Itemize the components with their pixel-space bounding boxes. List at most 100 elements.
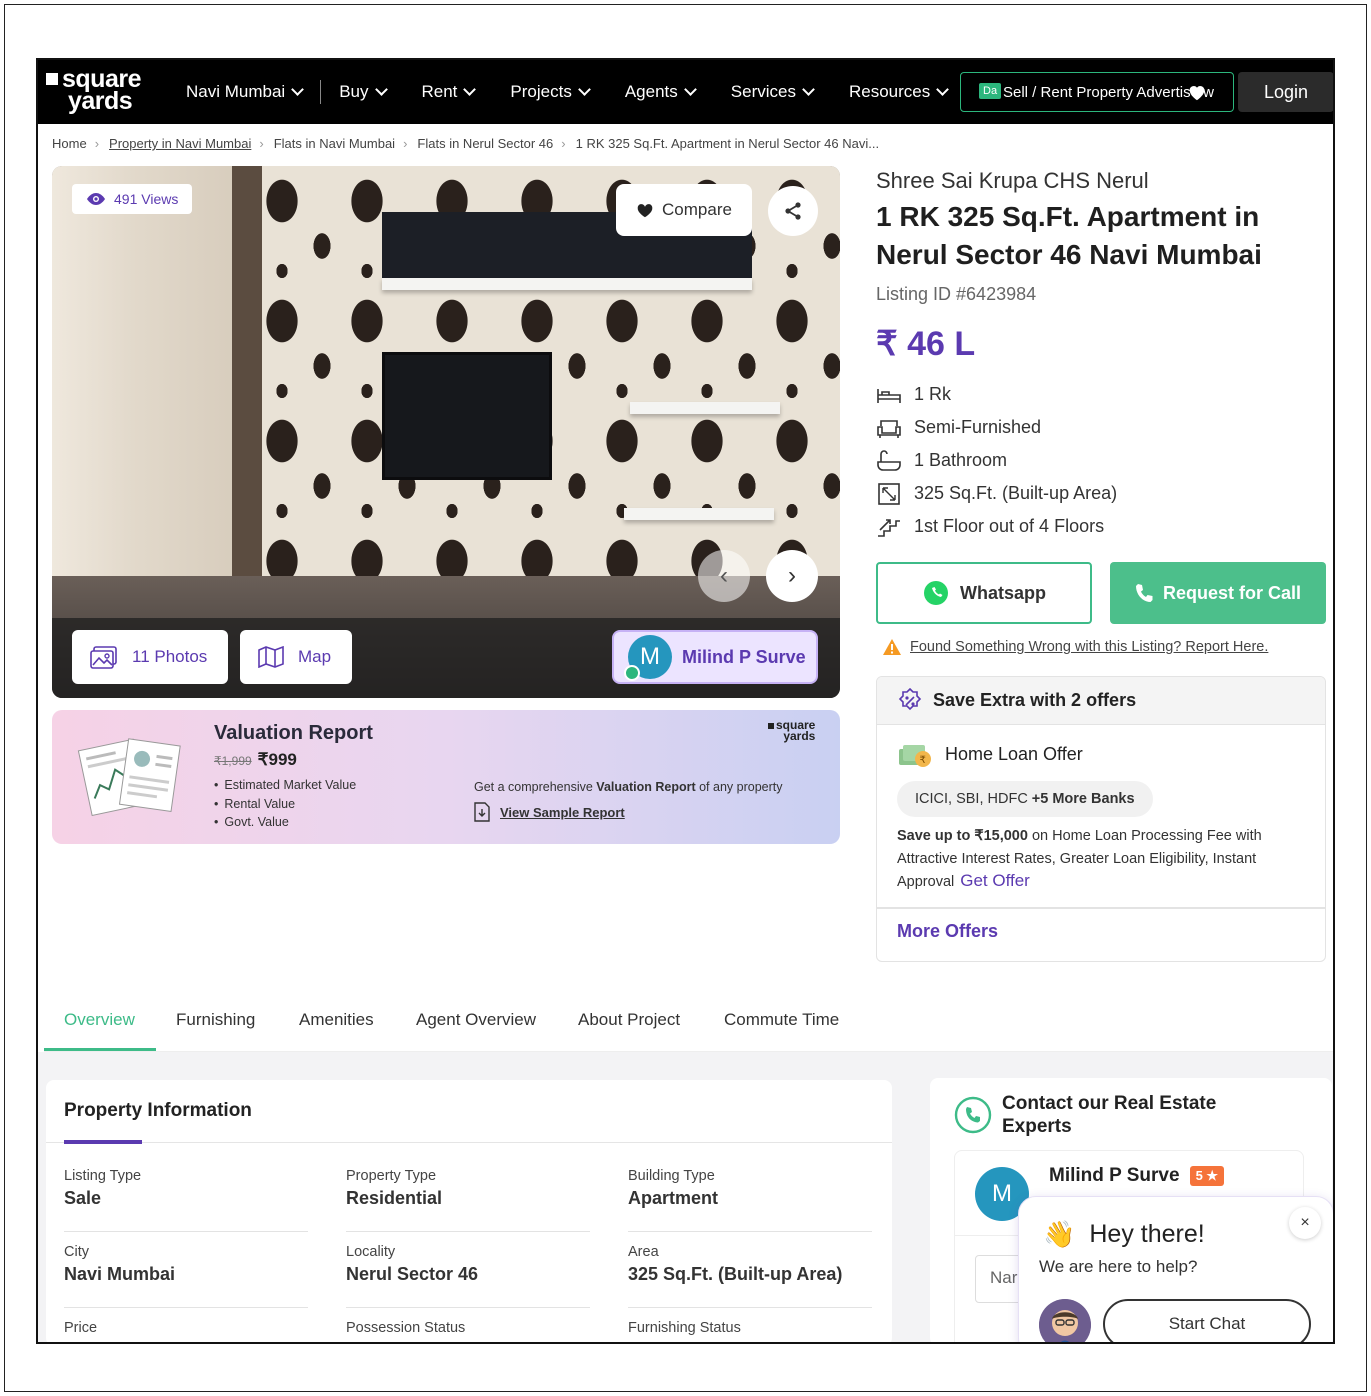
warning-icon xyxy=(883,639,901,655)
divider xyxy=(46,1142,892,1143)
phone-circle-icon xyxy=(954,1096,992,1134)
money-bag-icon: ₹ xyxy=(899,745,931,767)
active-tab-indicator xyxy=(44,1048,156,1051)
map-button[interactable]: Map xyxy=(240,630,352,684)
breadcrumb-arrow-icon: › xyxy=(561,136,566,151)
chevron-down-icon xyxy=(683,83,697,96)
whatsapp-icon xyxy=(923,581,948,605)
chevron-down-icon xyxy=(802,83,815,96)
breadcrumb-home[interactable]: Home xyxy=(52,136,87,151)
info-furnishing-status: Furnishing Status xyxy=(628,1320,741,1336)
nav-services[interactable]: Services xyxy=(713,60,831,124)
report-listing-link[interactable]: Found Something Wrong with this Listing?… xyxy=(882,638,1268,656)
nav-projects[interactable]: Projects xyxy=(492,60,606,124)
whatsapp-button[interactable]: Whatsapp xyxy=(876,562,1092,624)
get-offer-link[interactable]: Get Offer xyxy=(960,871,1030,890)
breadcrumb-property-navi-mumbai[interactable]: Property in Navi Mumbai xyxy=(109,136,251,151)
photo-gallery[interactable]: 491 Views Compare ‹ › 11 Photos Map M Mi… xyxy=(52,166,840,698)
report-document-icon xyxy=(77,738,181,816)
views-count: 491 Views xyxy=(114,191,179,207)
valuation-title: Valuation Report xyxy=(214,722,373,744)
discount-badge-icon xyxy=(898,687,922,710)
nav-resources[interactable]: Resources xyxy=(831,60,965,124)
divider xyxy=(877,907,1325,909)
agent-chip[interactable]: M Milind P Surve xyxy=(612,630,818,684)
tab-commute-time[interactable]: Commute Time xyxy=(724,1010,839,1030)
squareyards-logo[interactable]: square yards xyxy=(46,67,141,114)
waving-hand-icon: 👋 xyxy=(1043,1219,1076,1249)
breadcrumb: Home › Property in Navi Mumbai › Flats in … xyxy=(52,136,887,151)
gallery-photo-curtain xyxy=(52,166,252,626)
photos-icon xyxy=(90,646,117,669)
compare-label: Compare xyxy=(662,200,732,219)
map-icon xyxy=(258,646,284,668)
bank-list-chip[interactable]: ICICI, SBI, HDFC +5 More Banks xyxy=(897,781,1153,817)
chat-bot-avatar xyxy=(1039,1299,1091,1342)
photos-button[interactable]: 11 Photos xyxy=(72,630,228,684)
gallery-photo-tv xyxy=(382,352,552,480)
gallery-photo-shelf-board xyxy=(624,508,774,520)
photos-label: 11 Photos xyxy=(132,647,208,666)
tab-furnishing[interactable]: Furnishing xyxy=(176,1010,255,1030)
society-name[interactable]: Shree Sai Krupa CHS Nerul xyxy=(876,168,1149,194)
svg-text:₹: ₹ xyxy=(920,755,926,766)
chevron-left-icon: ‹ xyxy=(720,562,728,589)
breadcrumb-flats-navi-mumbai[interactable]: Flats in Navi Mumbai xyxy=(274,136,395,151)
shortlist-heart-icon[interactable] xyxy=(1186,81,1208,103)
rating-badge: 5 ★ xyxy=(1189,1166,1225,1186)
gallery-prev-button[interactable]: ‹ xyxy=(698,550,750,602)
valuation-price: ₹1,999 ₹999 xyxy=(214,750,297,770)
contact-agent-name[interactable]: Milind P Surve 5 ★ xyxy=(1049,1165,1225,1187)
gallery-photo-curtain-edge xyxy=(232,166,262,626)
nav-rent[interactable]: Rent xyxy=(404,60,493,124)
valuation-report-banner[interactable]: Valuation Report ₹1,999 ₹999 Estimated Ma… xyxy=(52,710,840,844)
nav-city-selector[interactable]: Navi Mumbai xyxy=(184,60,320,124)
share-button[interactable] xyxy=(768,186,818,236)
info-area: Area 325 Sq.Ft. (Built-up Area) xyxy=(628,1244,872,1308)
nav-buy[interactable]: Buy xyxy=(321,60,403,124)
view-sample-report-link[interactable]: View Sample Report xyxy=(474,802,625,822)
nav-agents[interactable]: Agents xyxy=(607,60,713,124)
start-chat-button[interactable]: Start Chat xyxy=(1103,1299,1311,1342)
tab-overview[interactable]: Overview xyxy=(64,1010,135,1030)
post-ad-label: Sell / Rent Property Advertise w xyxy=(1003,83,1214,101)
login-button[interactable]: Login xyxy=(1238,72,1333,112)
section-tabs: Overview Furnishing Amenities Agent Over… xyxy=(44,986,1333,1052)
chevron-down-icon xyxy=(374,83,388,96)
info-listing-type: Listing Type Sale xyxy=(64,1168,308,1232)
feature-list: 1 Rk Semi-Furnished 1 Bathroom 325 Sq.Ft… xyxy=(876,378,1117,543)
tab-agent-overview[interactable]: Agent Overview xyxy=(416,1010,536,1030)
list-item: Rental Value xyxy=(214,795,356,814)
feature-bedrooms: 1 Rk xyxy=(876,378,1117,411)
share-icon xyxy=(785,202,801,220)
valuation-new-price: ₹999 xyxy=(257,750,297,769)
info-possession-status: Possession Status xyxy=(346,1320,466,1336)
chat-subtitle: We are here to help? xyxy=(1039,1257,1198,1276)
compare-button[interactable]: Compare xyxy=(616,184,752,236)
tab-about-project[interactable]: About Project xyxy=(578,1010,680,1030)
chat-close-button[interactable]: × xyxy=(1289,1207,1321,1239)
feature-floor: 1st Floor out of 4 Floors xyxy=(876,510,1117,543)
top-navbar: square yards Navi Mumbai Buy Rent Projec… xyxy=(38,60,1333,124)
tab-amenities[interactable]: Amenities xyxy=(299,1010,374,1030)
gallery-next-button[interactable]: › xyxy=(766,550,818,602)
breadcrumb-flats-nerul[interactable]: Flats in Nerul Sector 46 xyxy=(417,136,553,151)
more-offers-link[interactable]: More Offers xyxy=(897,921,998,942)
contact-title: Contact our Real Estate Experts xyxy=(1002,1093,1217,1137)
info-price: Price xyxy=(64,1320,98,1336)
offers-header: Save Extra with 2 offers xyxy=(877,677,1325,725)
property-information-card: Property Information Listing Type Sale Pr… xyxy=(46,1080,892,1342)
section-title-underline xyxy=(64,1140,142,1144)
heart-icon xyxy=(637,204,653,218)
home-loan-offer-title: ₹ Home Loan Offer xyxy=(897,739,1083,769)
download-document-icon xyxy=(474,802,490,822)
breadcrumb-arrow-icon: › xyxy=(94,136,100,151)
agent-name: Milind P Surve xyxy=(682,646,806,667)
request-call-button[interactable]: Request for Call xyxy=(1110,562,1326,624)
listing-id: Listing ID #6423984 xyxy=(876,284,1037,304)
feature-bathrooms: 1 Bathroom xyxy=(876,444,1117,477)
area-icon xyxy=(878,482,900,505)
stairs-icon xyxy=(878,518,900,537)
breadcrumb-current: 1 RK 325 Sq.Ft. Apartment in Nerul Secto… xyxy=(575,136,880,151)
valuation-description: Get a comprehensive Valuation Report of … xyxy=(474,780,783,794)
